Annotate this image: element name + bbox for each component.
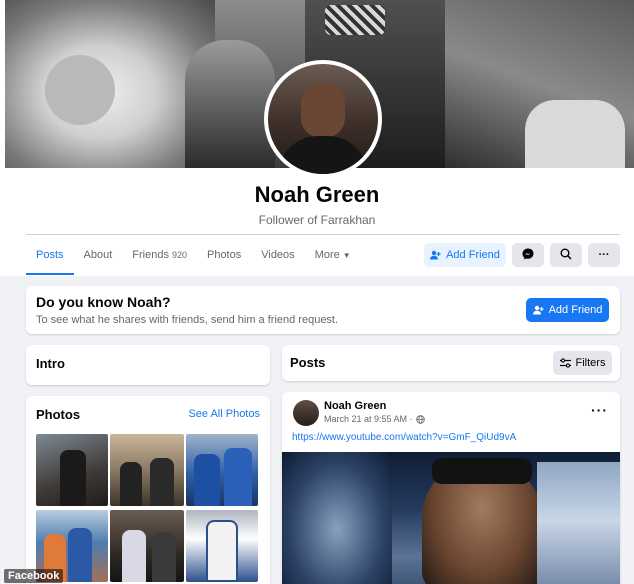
friends-count: 920 [171,250,187,260]
photo-thumbnail[interactable] [186,510,258,582]
post-image-figure [432,458,532,484]
photo-figure [152,532,176,582]
tab-label: Photos [206,249,242,261]
search-icon [560,248,572,263]
more-options-button[interactable]: ··· [588,243,620,267]
avatar-body [278,136,368,174]
profile-photo [268,64,378,174]
photo-thumbnail[interactable] [186,434,258,506]
intro-card: Intro [26,345,270,385]
profile-name: Noah Green [254,182,380,207]
photo-figure [194,454,220,506]
source-watermark: Facebook [4,569,64,583]
post-card: Noah Green March 21 at 9:55 AM · ··· htt… [282,392,620,584]
cover-figure [525,100,625,168]
tab-about[interactable]: About [74,240,123,274]
post-author-avatar[interactable] [293,400,319,426]
post-link[interactable]: https://www.youtube.com/watch?v=GmF_QiUd… [292,432,516,443]
posts-title: Posts [290,355,326,370]
know-subtitle: To see what he shares with friends, send… [36,314,339,326]
add-friend-cta-label: Add Friend [548,304,603,316]
post-image-figure [282,452,392,584]
add-friend-cta-button[interactable]: Add Friend [526,298,609,322]
photo-figure [224,448,252,506]
tab-label: Videos [261,249,295,261]
add-person-icon [430,250,441,260]
post-more-button[interactable]: ··· [591,402,608,418]
search-button[interactable] [550,243,582,267]
friend-request-card: Do you know Noah? To see what he shares … [26,286,620,334]
tab-friends[interactable]: Friends 920 [122,240,197,274]
know-title: Do you know Noah? [36,294,171,310]
tab-label: Posts [36,249,64,261]
filter-icon [559,358,571,368]
filters-button[interactable]: Filters [553,351,612,375]
tab-more[interactable]: More ▼ [305,240,361,274]
posts-header-card: Posts Filters [282,345,620,381]
photos-card: Photos See All Photos [26,396,270,584]
cover-figure [45,55,115,125]
photo-thumbnail[interactable] [110,434,184,506]
post-author-name[interactable]: Noah Green [324,400,386,412]
photo-thumbnail[interactable] [110,510,184,582]
tab-label: About [83,249,113,261]
tab-photos[interactable]: Photos [197,240,251,274]
photos-title: Photos [36,407,81,422]
add-person-icon [532,305,544,315]
photo-grid [36,434,260,582]
intro-title: Intro [36,356,65,371]
post-image[interactable] [282,452,620,584]
photo-figure [122,530,146,582]
add-friend-button[interactable]: Add Friend [424,243,506,267]
photo-figure [150,458,174,506]
cover-figure [325,5,385,35]
filters-label: Filters [575,357,606,369]
profile-bio: Follower of Farrakhan [258,213,376,227]
chevron-down-icon: ▼ [342,251,351,260]
post-timestamp[interactable]: March 21 at 9:55 AM · [324,414,425,424]
post-time-text: March 21 at 9:55 AM · [324,414,413,424]
profile-tabs: Posts About Friends 920 Photos Videos Mor… [26,240,361,275]
header-divider [26,234,620,235]
photo-figure [120,462,142,506]
profile-avatar[interactable] [264,60,382,178]
cover-figure [185,40,275,168]
message-button[interactable] [512,243,544,267]
add-friend-label: Add Friend [446,249,500,261]
avatar-head [301,82,345,138]
see-all-photos-link[interactable]: See All Photos [188,408,260,420]
profile-header: Noah Green Follower of Farrakhan Posts A… [0,0,634,276]
tab-label: Friends [132,249,169,261]
tab-posts[interactable]: Posts [26,240,74,275]
more-icon: ··· [598,249,610,261]
photo-figure [206,520,238,582]
photo-thumbnail[interactable] [36,434,108,506]
globe-icon [415,414,425,424]
photo-figure [60,450,86,506]
photo-figure [68,528,92,582]
tab-label: More [314,249,340,261]
post-image-figure [537,462,620,584]
tab-videos[interactable]: Videos [251,240,304,274]
messenger-icon [522,248,534,263]
